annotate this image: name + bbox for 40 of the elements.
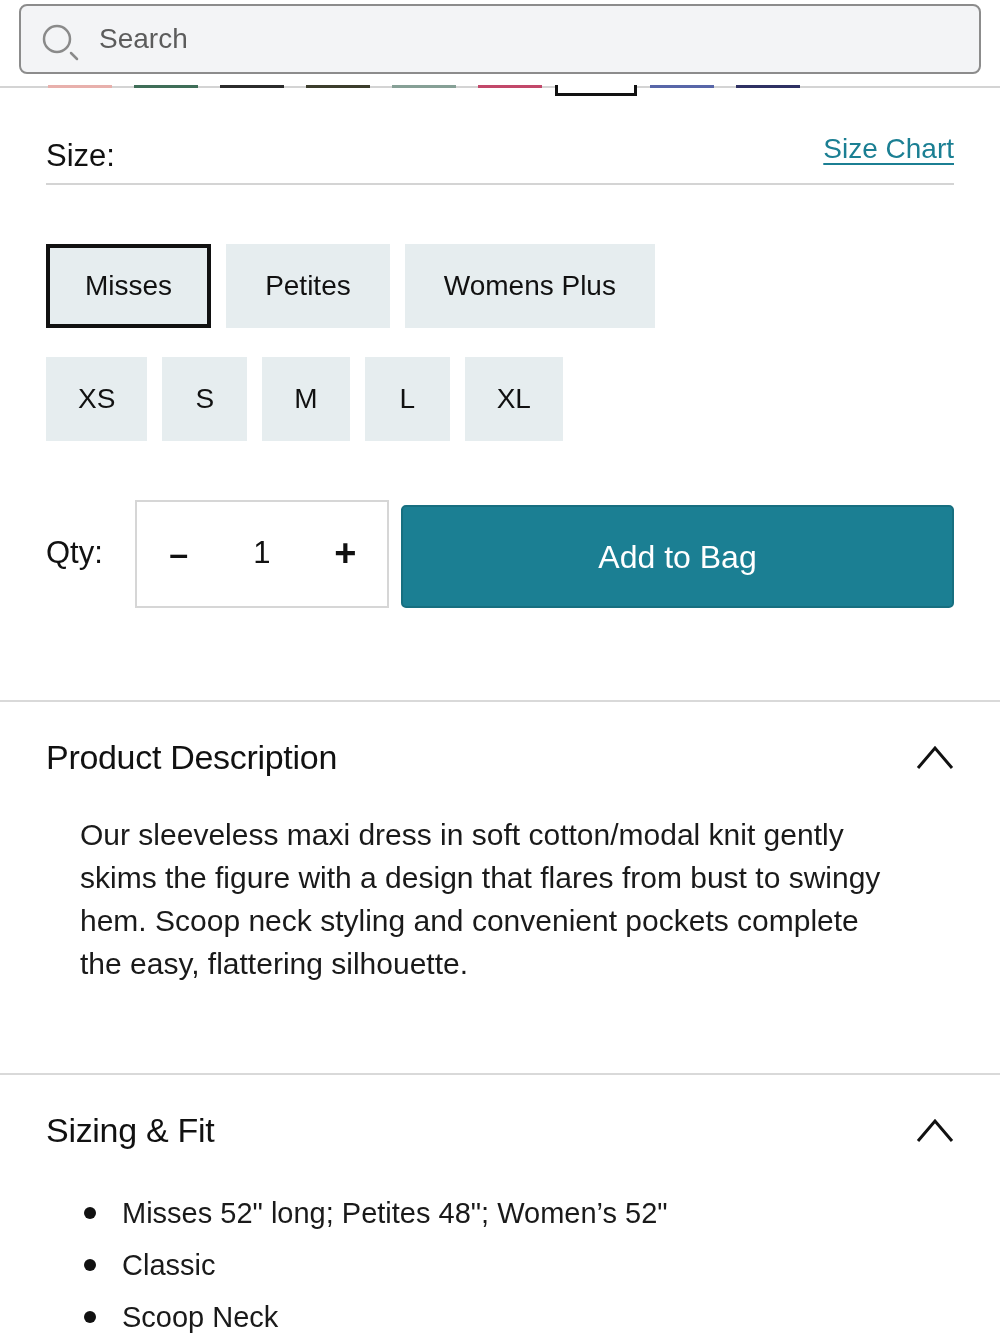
size-option[interactable]: M (262, 357, 350, 441)
size-option[interactable]: S (162, 357, 248, 441)
fit-detail-text: Classic (122, 1248, 216, 1283)
quantity-value: 1 (252, 534, 272, 573)
color-swatch[interactable] (555, 85, 637, 96)
color-swatch[interactable] (220, 85, 284, 88)
search-field[interactable]: Search (19, 4, 981, 74)
fit-detail-text: Misses 52" long; Petites 48"; Women’s 52" (122, 1196, 668, 1231)
collapse-toggle[interactable] (916, 1117, 954, 1143)
fit-option[interactable]: Petites (226, 244, 390, 328)
size-chart-link[interactable]: Size Chart (823, 131, 954, 167)
color-swatch[interactable] (48, 85, 112, 88)
chevron-up-icon (916, 1117, 954, 1143)
bullet-icon (84, 1311, 96, 1323)
description-text: Our sleeveless maxi dress in soft cotton/modal knit gently skims the figure with a design that flares from bust to swingy hem. Scoop neck styling and convenient pockets complete the easy, flattering silhouette. (80, 817, 882, 982)
fit-option[interactable]: Womens Plus (404, 244, 655, 328)
fit-option[interactable]: Misses (46, 244, 212, 328)
add-to-bag-button[interactable]: Add to Bag (401, 505, 954, 608)
size-option[interactable]: XS (46, 357, 148, 441)
search-icon (42, 24, 79, 61)
color-swatch[interactable] (392, 85, 456, 88)
color-swatch[interactable] (306, 85, 370, 88)
fit-detail-text: Scoop Neck (122, 1300, 279, 1333)
bullet-icon (84, 1259, 96, 1271)
section-heading: Product Description (46, 737, 337, 777)
size-option[interactable]: XL (464, 357, 563, 441)
size-option[interactable]: L (364, 357, 450, 441)
color-swatch[interactable] (736, 85, 800, 88)
increment-button[interactable]: + (303, 501, 387, 606)
color-swatch[interactable] (478, 85, 542, 88)
qty-label: Qty: (46, 534, 104, 573)
color-swatch[interactable] (650, 85, 714, 88)
section-heading: Sizing & Fit (46, 1110, 215, 1150)
decrement-button[interactable]: – (137, 501, 221, 606)
collapse-toggle[interactable] (916, 744, 954, 770)
quantity-stepper[interactable]: – 1 + (135, 499, 389, 608)
chevron-up-icon (916, 744, 954, 770)
bullet-icon (84, 1207, 96, 1219)
size-label: Size: (46, 138, 115, 174)
color-swatch[interactable] (134, 85, 198, 88)
